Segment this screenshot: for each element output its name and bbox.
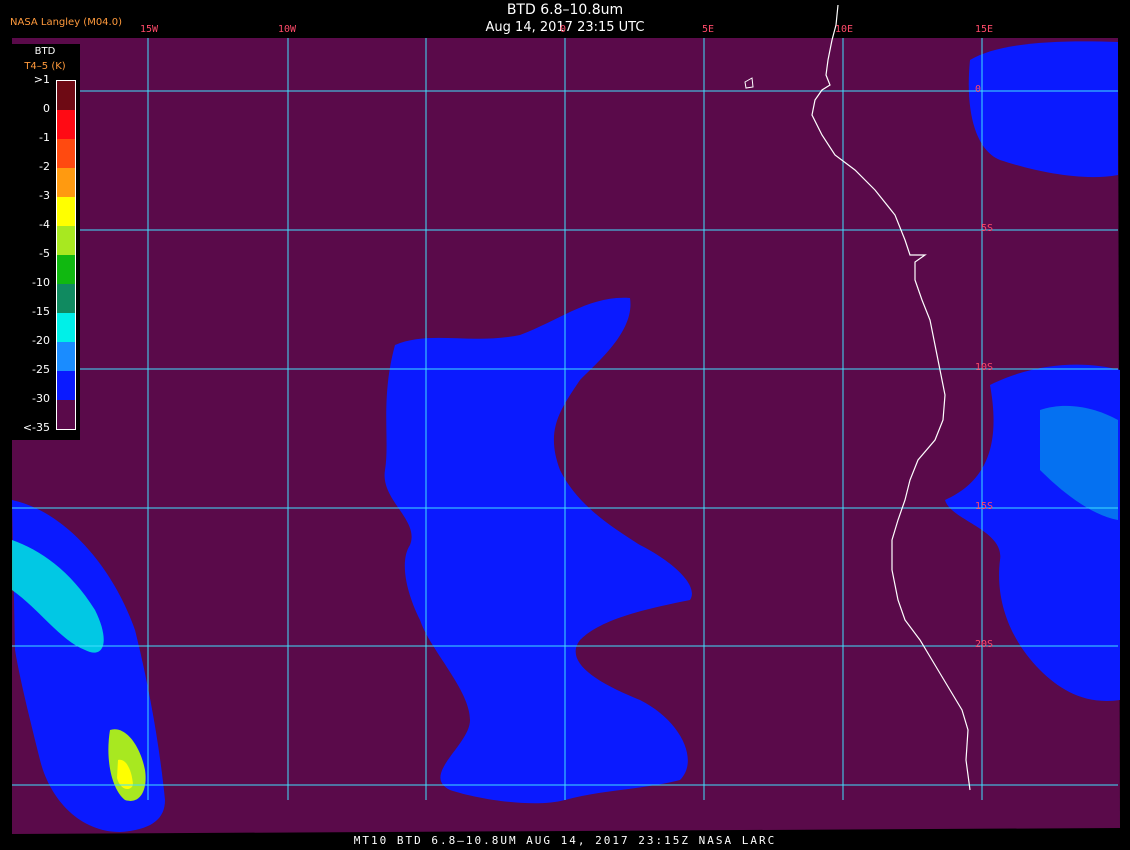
- lon-label-15w: 15W: [140, 24, 159, 35]
- legend-label: -20: [32, 334, 50, 347]
- legend-swatch: [57, 168, 75, 197]
- legend-swatch: [57, 371, 75, 400]
- legend-swatch: [57, 81, 75, 110]
- legend-label: -2: [39, 160, 50, 173]
- legend-label: -25: [32, 363, 50, 376]
- footer-caption: MT10 BTD 6.8–10.8UM AUG 14, 2017 23:15Z …: [353, 834, 777, 847]
- lat-label-10s: 10S: [975, 362, 994, 373]
- lon-label-5e: 5E: [702, 24, 715, 35]
- legend-title: BTD: [34, 46, 56, 57]
- lat-label-20s: 20S: [975, 639, 994, 650]
- legend-label: >1: [33, 73, 50, 86]
- legend-swatch: [57, 284, 75, 313]
- legend-label: -30: [32, 392, 50, 405]
- legend-label: -5: [39, 247, 50, 260]
- legend-label: -1: [39, 131, 50, 144]
- legend-label: -3: [39, 189, 50, 202]
- legend-swatch: [57, 255, 75, 284]
- legend-label: -10: [32, 276, 50, 289]
- legend-swatch: [57, 226, 75, 255]
- legend-swatch: [57, 342, 75, 371]
- legend-label: 0: [43, 102, 50, 115]
- legend-label: <-35: [22, 421, 50, 434]
- lon-label-10w: 10W: [278, 24, 297, 35]
- lat-label-15s: 15S: [975, 501, 994, 512]
- legend-label: -15: [32, 305, 50, 318]
- legend-label: -4: [39, 218, 50, 231]
- map-title: BTD 6.8–10.8um: [506, 2, 624, 18]
- lon-label-0: 0: [560, 24, 567, 35]
- legend-swatch: [57, 110, 75, 139]
- color-legend: BTD T4–5 (K) >1 0 -1 -2 -3 -4 -5 -10 -15 -20 -25 -3…: [10, 44, 80, 440]
- lat-label-0: 0: [975, 84, 982, 95]
- legend-swatch: [57, 139, 75, 168]
- legend-units: T4–5 (K): [24, 61, 66, 72]
- legend-swatch: [57, 400, 75, 429]
- lon-label-10e: 10E: [835, 24, 854, 35]
- producer-credit: NASA Langley (M04.0): [10, 17, 122, 28]
- lon-label-15e: 15E: [975, 24, 994, 35]
- lat-label-5s: 5S: [981, 223, 994, 234]
- satellite-map: [0, 0, 1130, 850]
- legend-swatches: [56, 80, 76, 430]
- legend-swatch: [57, 197, 75, 226]
- legend-swatch: [57, 313, 75, 342]
